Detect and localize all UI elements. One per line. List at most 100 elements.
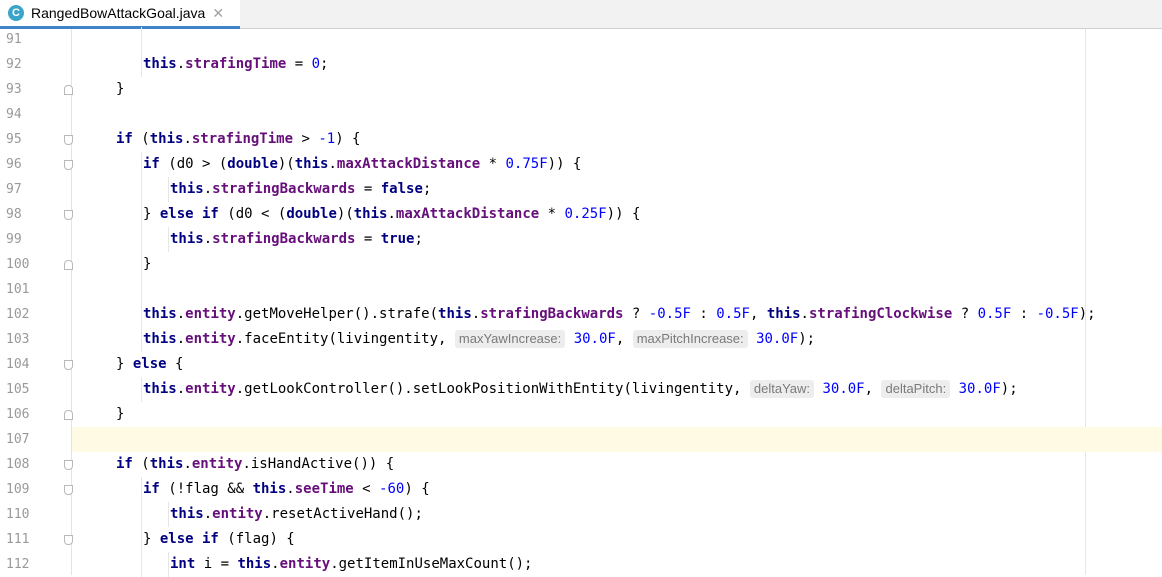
code-token: ); [1000, 381, 1018, 397]
line-number: 108 [6, 457, 30, 472]
code-token: } [143, 256, 152, 272]
field-token: strafingTime [191, 131, 294, 147]
code-token: ( [132, 456, 150, 472]
line-number: 112 [6, 557, 30, 572]
code-token: . [183, 131, 192, 147]
indent-guide [141, 227, 142, 252]
code-line[interactable]: if (!flag && this.seeTime < -60) { [143, 477, 430, 502]
keyword-token: else [132, 356, 167, 372]
keyword-token: this [143, 331, 177, 347]
code-token: . [800, 306, 809, 322]
indent-guide [141, 202, 142, 227]
line-number: 100 [6, 257, 30, 272]
field-token: entity [185, 331, 236, 347]
code-token: . [183, 456, 192, 472]
editor-tab-bar: C RangedBowAttackGoal.java ✕ [0, 0, 1162, 29]
code-token: > [293, 131, 319, 147]
indent-guide [168, 177, 169, 202]
keyword-token: this [149, 456, 184, 472]
code-line[interactable]: } [116, 402, 124, 427]
number-literal: 0.25F [564, 206, 607, 222]
indent-guide [168, 502, 169, 527]
indent-guide [141, 252, 142, 277]
code-editor[interactable]: this.strafingTime = 0;} if (this.strafing… [72, 27, 1162, 577]
code-token: . [286, 481, 295, 497]
code-token: . [471, 306, 481, 322]
keyword-token: double [227, 156, 278, 172]
code-line[interactable]: int i = this.entity.getItemInUseMaxCount… [170, 552, 532, 577]
field-token: maxAttackDistance [336, 156, 481, 172]
code-line[interactable]: this.strafingBackwards = false; [170, 177, 431, 202]
code-token: . [271, 556, 280, 572]
keyword-token: this [170, 181, 204, 197]
code-token: . [387, 206, 396, 222]
code-token: (d0 < ( [218, 206, 287, 222]
code-token: .isHandActive()) { [242, 456, 395, 472]
parameter-hint: deltaYaw: [749, 380, 815, 398]
line-number: 98 [6, 207, 22, 222]
code-line[interactable]: this.strafingBackwards = true; [170, 227, 423, 252]
keyword-token: double [286, 206, 337, 222]
code-line[interactable]: } else { [116, 352, 183, 377]
code-line[interactable]: if (this.entity.isHandActive()) { [116, 452, 394, 477]
line-number: 91 [6, 32, 22, 47]
line-number-gutter[interactable]: 91 92 93 94 95 96 97 98 99 100 101 102 103 104 105 106 1… [0, 29, 73, 575]
code-line[interactable]: } [143, 252, 151, 277]
number-literal: 0.5F [977, 306, 1012, 322]
keyword-token: this [143, 56, 177, 72]
code-line[interactable]: } [116, 77, 124, 102]
code-token: = [355, 181, 381, 197]
number-literal: 30.0F [573, 331, 616, 347]
code-token: ); [798, 331, 816, 347]
line-number: 97 [6, 182, 22, 197]
code-token: } [143, 206, 160, 222]
code-line[interactable]: this.entity.getMoveHelper().strafe(this.… [143, 302, 1096, 327]
line-number: 111 [6, 532, 30, 547]
code-token: . [203, 506, 213, 522]
tab-title: RangedBowAttackGoal.java [31, 5, 206, 21]
indent-guide [141, 277, 142, 302]
code-line[interactable]: this.entity.getLookController().setLookP… [143, 377, 1018, 402]
line-number: 92 [6, 57, 22, 72]
keyword-token: this [294, 156, 329, 172]
code-token: .getItemInUseMaxCount(); [330, 556, 533, 572]
indent-guide [168, 552, 169, 577]
keyword-token: this [149, 131, 184, 147]
indent-guide [141, 502, 142, 527]
indent-guide [141, 552, 142, 577]
code-token: , [864, 381, 882, 397]
code-token: } [116, 356, 133, 372]
field-token: entity [185, 306, 236, 322]
number-literal: -0.5F [1036, 306, 1079, 322]
indent-guide [141, 152, 142, 177]
code-line[interactable]: this.strafingTime = 0; [143, 52, 328, 77]
indent-guide [141, 302, 142, 327]
code-line[interactable]: } else if (flag) { [143, 527, 295, 552]
code-token: , [749, 306, 767, 322]
code-line[interactable]: if (d0 > (double)(this.maxAttackDistance… [143, 152, 581, 177]
parameter-hint: maxYawIncrease: [454, 330, 566, 348]
code-line[interactable]: } else if (d0 < (double)(this.maxAttackD… [143, 202, 640, 227]
keyword-token: else if [159, 206, 219, 222]
keyword-token: this [237, 556, 272, 572]
field-token: entity [279, 556, 331, 572]
code-token: .getLookController().setLookPositionWith… [235, 381, 750, 397]
keyword-token: this [143, 306, 177, 322]
code-token: (flag) { [218, 531, 295, 547]
indent-guide [141, 477, 142, 502]
close-icon[interactable]: ✕ [212, 5, 224, 22]
code-token: = [355, 231, 381, 247]
indent-guide [141, 27, 142, 52]
indent-guide [168, 227, 169, 252]
code-token: )( [336, 206, 354, 222]
code-token: .getMoveHelper().strafe( [235, 306, 439, 322]
field-token: strafingBackwards [212, 231, 356, 247]
code-line[interactable]: this.entity.resetActiveHand(); [170, 502, 423, 527]
code-line[interactable]: if (this.strafingTime > -1) { [116, 127, 360, 152]
keyword-token: true [380, 231, 415, 247]
tab-rangedbowattackgoal[interactable]: C RangedBowAttackGoal.java ✕ [0, 0, 240, 29]
code-line[interactable]: this.entity.faceEntity(livingentity, max… [143, 327, 815, 352]
code-token: i = [195, 556, 238, 572]
